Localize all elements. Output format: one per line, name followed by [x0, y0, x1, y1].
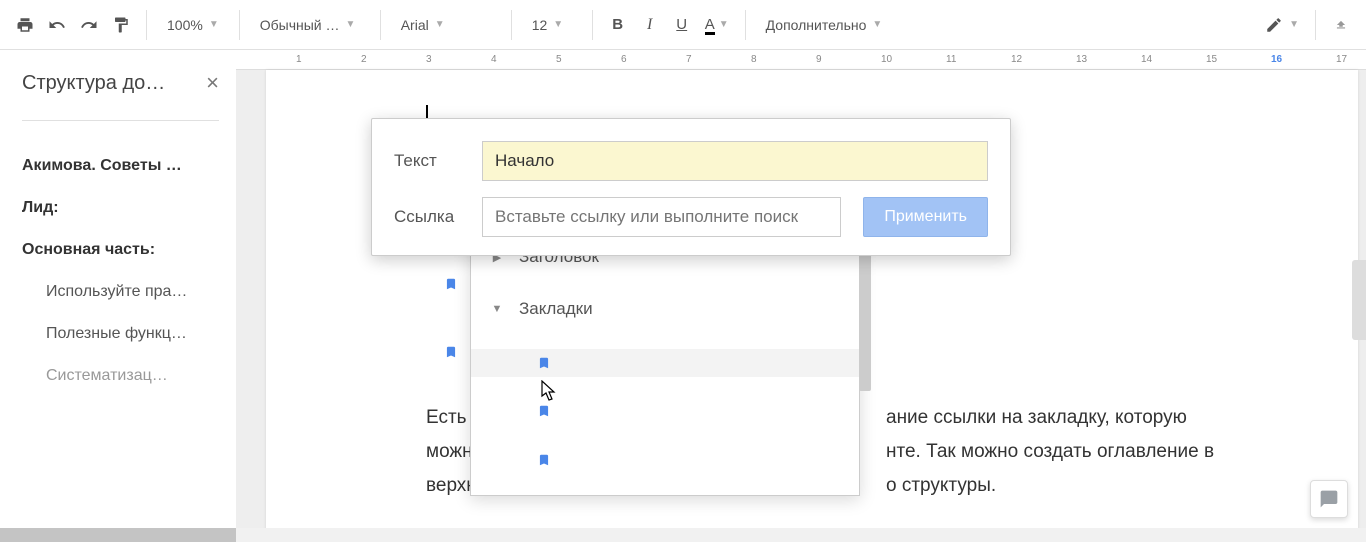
- horizontal-scrollbar[interactable]: [0, 528, 1366, 542]
- outline-title: Структура до…: [22, 72, 165, 95]
- bold-button[interactable]: B: [603, 10, 633, 40]
- scrollbar-thumb[interactable]: [0, 528, 236, 542]
- font-value: Arial: [401, 17, 429, 33]
- doc-text: нте. Так можно создать оглавление в: [886, 438, 1214, 467]
- ruler-tick: 1: [296, 54, 302, 65]
- italic-button[interactable]: I: [635, 10, 665, 40]
- suggestion-bookmark-item[interactable]: [537, 450, 859, 475]
- link-suggestions-dropdown: ▶ Заголовок ▼ Закладки: [470, 230, 860, 496]
- text-field-label: Текст: [394, 151, 460, 171]
- ruler-tick: 2: [361, 54, 367, 65]
- bookmark-icon: [537, 450, 551, 470]
- chevron-down-icon: ▼: [209, 19, 219, 30]
- toolbar: 100% ▼ Обычный … ▼ Arial ▼ 12 ▼ B I U A▼…: [0, 0, 1366, 50]
- link-text-input[interactable]: [482, 141, 988, 181]
- paint-format-button[interactable]: [106, 10, 136, 40]
- bookmark-icon: [537, 353, 551, 373]
- doc-text: ание ссылки на закладку, которую: [886, 404, 1187, 433]
- chevron-down-icon: ▼: [1289, 19, 1299, 30]
- ruler-tick: 16: [1271, 54, 1282, 65]
- text-color-button[interactable]: A▼: [699, 10, 735, 40]
- zoom-value: 100%: [167, 17, 203, 33]
- doc-text: о структуры.: [886, 472, 996, 501]
- ruler-tick: 13: [1076, 54, 1087, 65]
- ruler-tick: 5: [556, 54, 562, 65]
- chevron-down-icon: ▼: [346, 19, 356, 30]
- chevron-down-icon: ▼: [553, 19, 563, 30]
- underline-button[interactable]: U: [667, 10, 697, 40]
- redo-button[interactable]: [74, 10, 104, 40]
- horizontal-ruler[interactable]: 1 2 3 4 5 6 7 8 9 10 11 12 13 14 15 16 1…: [236, 50, 1366, 70]
- style-value: Обычный …: [260, 17, 340, 33]
- link-url-input[interactable]: [482, 197, 841, 237]
- fontsize-dropdown[interactable]: 12 ▼: [522, 10, 582, 40]
- suggestion-bookmark-item[interactable]: [471, 349, 859, 377]
- fontsize-value: 12: [532, 17, 548, 33]
- suggestion-bookmark-item[interactable]: [537, 401, 859, 426]
- style-dropdown[interactable]: Обычный … ▼: [250, 10, 370, 40]
- ruler-tick: 6: [621, 54, 627, 65]
- ruler-tick: 15: [1206, 54, 1217, 65]
- expand-triangle-icon: ▼: [491, 303, 503, 315]
- ruler-tick: 9: [816, 54, 822, 65]
- ruler-tick: 12: [1011, 54, 1022, 65]
- ruler-tick: 3: [426, 54, 432, 65]
- print-button[interactable]: [10, 10, 40, 40]
- chevron-down-icon: ▼: [719, 19, 729, 30]
- close-outline-button[interactable]: ×: [206, 70, 219, 96]
- document-outline-pane: Структура до… × Акимова. Советы … Лид: О…: [0, 50, 236, 542]
- ruler-tick: 14: [1141, 54, 1152, 65]
- collapse-toolbar-button[interactable]: [1326, 10, 1356, 40]
- outline-item[interactable]: Используйте пра…: [22, 271, 219, 313]
- explore-button[interactable]: [1310, 480, 1348, 518]
- outline-item[interactable]: Систематизац…: [22, 355, 219, 397]
- undo-button[interactable]: [42, 10, 72, 40]
- suggestion-group-bookmarks[interactable]: ▼ Закладки: [471, 283, 859, 335]
- ruler-tick: 8: [751, 54, 757, 65]
- bookmark-icon: [537, 401, 551, 421]
- chevron-down-icon: ▼: [872, 19, 882, 30]
- edit-mode-button[interactable]: ▼: [1259, 10, 1305, 40]
- divider: [22, 120, 219, 121]
- ruler-tick: 10: [881, 54, 892, 65]
- font-dropdown[interactable]: Arial ▼: [391, 10, 501, 40]
- suggestion-group-label: Закладки: [519, 299, 593, 319]
- link-field-label: Ссылка: [394, 207, 460, 227]
- ruler-tick: 11: [946, 54, 956, 65]
- ruler-tick: 4: [491, 54, 497, 65]
- side-panel-handle[interactable]: [1352, 260, 1366, 340]
- bookmark-icon[interactable]: [444, 342, 458, 362]
- bookmark-icon[interactable]: [444, 274, 458, 294]
- outline-item[interactable]: Полезные функц…: [22, 313, 219, 355]
- ruler-tick: 7: [686, 54, 692, 65]
- zoom-dropdown[interactable]: 100% ▼: [157, 10, 229, 40]
- ruler-tick: 17: [1336, 54, 1347, 65]
- outline-item[interactable]: Лид:: [22, 187, 219, 229]
- chevron-down-icon: ▼: [435, 19, 445, 30]
- outline-item[interactable]: Акимова. Советы …: [22, 145, 219, 187]
- more-label: Дополнительно: [766, 17, 867, 33]
- outline-item[interactable]: Основная часть:: [22, 229, 219, 271]
- document-area: 1 2 3 4 5 6 7 8 9 10 11 12 13 14 15 16 1…: [236, 50, 1366, 542]
- more-dropdown[interactable]: Дополнительно ▼: [756, 10, 893, 40]
- apply-button[interactable]: Применить: [863, 197, 988, 237]
- insert-link-dialog: Текст Ссылка Применить: [371, 118, 1011, 256]
